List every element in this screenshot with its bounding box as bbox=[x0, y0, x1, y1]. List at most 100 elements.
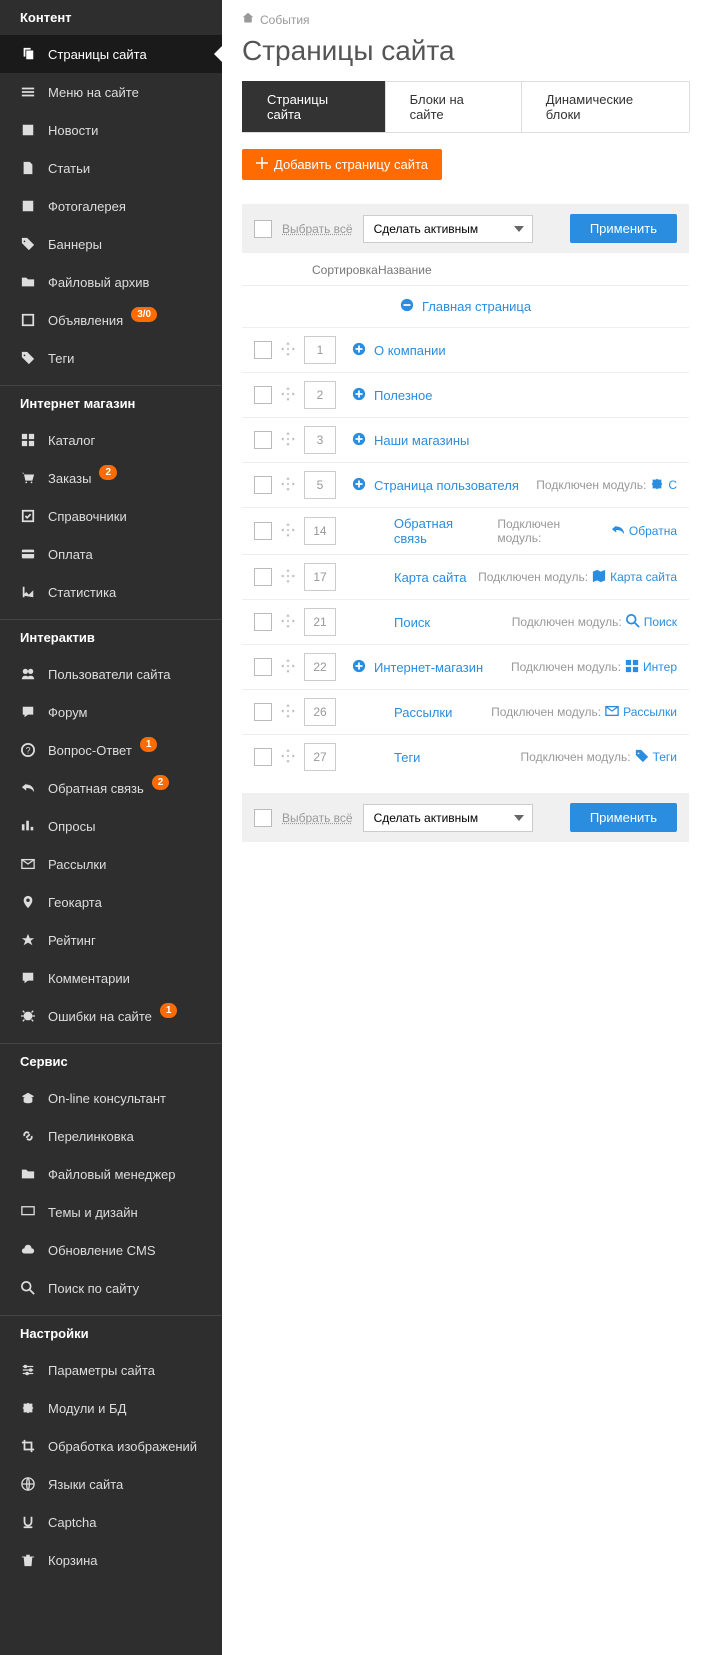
page-name-link[interactable]: Поиск bbox=[394, 615, 430, 630]
sidebar-item[interactable]: Языки сайта bbox=[0, 1465, 222, 1503]
sort-input[interactable] bbox=[304, 517, 336, 545]
plus-circle-icon[interactable] bbox=[352, 659, 366, 676]
sidebar-item[interactable]: On-line консультант bbox=[0, 1079, 222, 1117]
drag-handle-icon[interactable] bbox=[280, 749, 296, 766]
sidebar-item[interactable]: Темы и дизайн bbox=[0, 1193, 222, 1231]
drag-handle-icon[interactable] bbox=[280, 569, 296, 586]
page-name-link[interactable]: Карта сайта bbox=[394, 570, 466, 585]
sidebar-item[interactable]: Пользователи сайта bbox=[0, 655, 222, 693]
module-link[interactable]: Теги bbox=[653, 750, 677, 764]
sidebar-item[interactable]: Статьи bbox=[0, 149, 222, 187]
plus-circle-icon[interactable] bbox=[352, 432, 366, 449]
sidebar-item[interactable]: Статистика bbox=[0, 573, 222, 611]
row-checkbox[interactable] bbox=[254, 431, 272, 449]
sidebar-item[interactable]: Объявления3/0 bbox=[0, 301, 222, 339]
tab[interactable]: Страницы сайта bbox=[242, 81, 386, 132]
row-checkbox[interactable] bbox=[254, 613, 272, 631]
page-name-link[interactable]: Рассылки bbox=[394, 705, 452, 720]
sort-input[interactable] bbox=[304, 336, 336, 364]
module-link[interactable]: Обратна bbox=[629, 524, 677, 538]
row-checkbox[interactable] bbox=[254, 658, 272, 676]
sidebar-item[interactable]: Фотогалерея bbox=[0, 187, 222, 225]
select-all-link[interactable]: Выбрать всё bbox=[282, 222, 353, 236]
page-name-link[interactable]: Обратная связь bbox=[394, 516, 490, 546]
sort-input[interactable] bbox=[304, 381, 336, 409]
select-all-link-bottom[interactable]: Выбрать всё bbox=[282, 811, 353, 825]
sidebar-item[interactable]: Корзина bbox=[0, 1541, 222, 1579]
minus-circle-icon[interactable] bbox=[400, 298, 414, 315]
home-icon[interactable] bbox=[242, 12, 254, 27]
sidebar-item[interactable]: Теги bbox=[0, 339, 222, 377]
sidebar-item[interactable]: Модули и БД bbox=[0, 1389, 222, 1427]
row-checkbox[interactable] bbox=[254, 568, 272, 586]
sidebar-item[interactable]: Меню на сайте bbox=[0, 73, 222, 111]
sidebar-item[interactable]: Геокарта bbox=[0, 883, 222, 921]
apply-button[interactable]: Применить bbox=[570, 214, 677, 243]
sidebar-item[interactable]: Оплата bbox=[0, 535, 222, 573]
sidebar-item[interactable]: Обработка изображений bbox=[0, 1427, 222, 1465]
module-link[interactable]: Рассылки bbox=[623, 705, 677, 719]
select-all-checkbox-bottom[interactable] bbox=[254, 809, 272, 827]
page-name-link[interactable]: Наши магазины bbox=[374, 433, 469, 448]
sidebar-item[interactable]: Обновление CMS bbox=[0, 1231, 222, 1269]
plus-circle-icon[interactable] bbox=[352, 342, 366, 359]
drag-handle-icon[interactable] bbox=[280, 704, 296, 721]
select-all-checkbox[interactable] bbox=[254, 220, 272, 238]
sidebar-item[interactable]: Рассылки bbox=[0, 845, 222, 883]
sidebar-item[interactable]: Обратная связь2 bbox=[0, 769, 222, 807]
row-checkbox[interactable] bbox=[254, 748, 272, 766]
drag-handle-icon[interactable] bbox=[280, 477, 296, 494]
sidebar-item[interactable]: Ошибки на сайте1 bbox=[0, 997, 222, 1035]
drag-handle-icon[interactable] bbox=[280, 659, 296, 676]
module-link[interactable]: С bbox=[668, 478, 677, 492]
sort-input[interactable] bbox=[304, 471, 336, 499]
drag-handle-icon[interactable] bbox=[280, 342, 296, 359]
row-checkbox[interactable] bbox=[254, 386, 272, 404]
plus-circle-icon[interactable] bbox=[352, 387, 366, 404]
module-link[interactable]: Карта сайта bbox=[610, 570, 677, 584]
sort-input[interactable] bbox=[304, 608, 336, 636]
tab[interactable]: Блоки на сайте bbox=[385, 81, 522, 132]
row-checkbox[interactable] bbox=[254, 476, 272, 494]
breadcrumb-text[interactable]: События bbox=[260, 13, 310, 27]
drag-handle-icon[interactable] bbox=[280, 523, 296, 540]
sidebar-item[interactable]: ?Вопрос-Ответ1 bbox=[0, 731, 222, 769]
sidebar-item[interactable]: Файловый менеджер bbox=[0, 1155, 222, 1193]
module-link[interactable]: Интер bbox=[643, 660, 677, 674]
sidebar-item[interactable]: Поиск по сайту bbox=[0, 1269, 222, 1307]
plus-circle-icon[interactable] bbox=[352, 477, 366, 494]
sidebar-item[interactable]: Страницы сайта bbox=[0, 35, 222, 73]
add-page-button[interactable]: Добавить страницу сайта bbox=[242, 149, 442, 180]
drag-handle-icon[interactable] bbox=[280, 614, 296, 631]
sidebar-item[interactable]: Файловый архив bbox=[0, 263, 222, 301]
sort-input[interactable] bbox=[304, 698, 336, 726]
row-checkbox[interactable] bbox=[254, 703, 272, 721]
main-page-link[interactable]: Главная страница bbox=[422, 299, 531, 314]
sort-input[interactable] bbox=[304, 743, 336, 771]
drag-handle-icon[interactable] bbox=[280, 432, 296, 449]
sidebar-item[interactable]: Справочники bbox=[0, 497, 222, 535]
sidebar-item[interactable]: Заказы2 bbox=[0, 459, 222, 497]
row-checkbox[interactable] bbox=[254, 522, 272, 540]
sort-input[interactable] bbox=[304, 426, 336, 454]
module-link[interactable]: Поиск bbox=[644, 615, 677, 629]
tab[interactable]: Динамические блоки bbox=[521, 81, 690, 132]
page-name-link[interactable]: Полезное bbox=[374, 388, 432, 403]
page-name-link[interactable]: Страница пользователя bbox=[374, 478, 519, 493]
page-name-link[interactable]: Интернет-магазин bbox=[374, 660, 483, 675]
sidebar-item[interactable]: Captcha bbox=[0, 1503, 222, 1541]
bulk-action-select-bottom[interactable]: Сделать активным bbox=[363, 804, 533, 832]
sidebar-item[interactable]: Каталог bbox=[0, 421, 222, 459]
drag-handle-icon[interactable] bbox=[280, 387, 296, 404]
sort-input[interactable] bbox=[304, 653, 336, 681]
page-name-link[interactable]: О компании bbox=[374, 343, 446, 358]
sidebar-item[interactable]: Перелинковка bbox=[0, 1117, 222, 1155]
sidebar-item[interactable]: Комментарии bbox=[0, 959, 222, 997]
sidebar-item[interactable]: Рейтинг bbox=[0, 921, 222, 959]
sidebar-item[interactable]: Баннеры bbox=[0, 225, 222, 263]
sidebar-item[interactable]: Параметры сайта bbox=[0, 1351, 222, 1389]
sidebar-item[interactable]: Опросы bbox=[0, 807, 222, 845]
sort-input[interactable] bbox=[304, 563, 336, 591]
page-name-link[interactable]: Теги bbox=[394, 750, 420, 765]
row-checkbox[interactable] bbox=[254, 341, 272, 359]
